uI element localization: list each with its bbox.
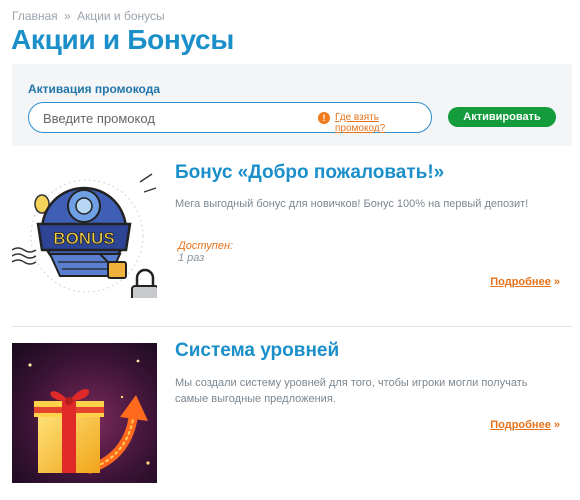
page-title: Акции и Бонусы	[11, 24, 234, 55]
info-icon: !	[318, 112, 330, 124]
levels-card-image	[12, 343, 157, 483]
more-link-label: Подробнее	[490, 419, 551, 431]
card-divider	[12, 326, 572, 327]
levels-card: Система уровней Мы создали систему уровн…	[12, 340, 572, 493]
bonus-card-welcome: BONUS Бонус «Добро пожаловать!» Мега выг…	[12, 158, 572, 318]
bonus-card-title: Бонус «Добро пожаловать!»	[175, 162, 445, 183]
promo-panel: Активация промокода ! Где взять промокод…	[12, 64, 572, 146]
levels-card-description: Мы создали систему уровней для того, что…	[175, 377, 528, 405]
more-arrow-icon: »	[553, 419, 560, 431]
more-link[interactable]: Подробнее »	[490, 419, 560, 431]
bonus-image-text: BONUS	[53, 229, 114, 248]
promo-code-input[interactable]	[43, 109, 303, 127]
breadcrumb-separator: »	[64, 9, 71, 23]
bonus-card-image: BONUS	[12, 158, 157, 298]
promo-input-wrapper[interactable]: ! Где взять промокод?	[28, 102, 432, 134]
promo-label: Активация промокода	[28, 82, 161, 96]
activate-button[interactable]: Активировать	[448, 107, 556, 127]
breadcrumb: Главная » Акции и бонусы	[12, 9, 165, 23]
breadcrumb-home-link[interactable]: Главная	[12, 9, 58, 23]
more-link[interactable]: Подробнее »	[490, 276, 560, 288]
bonus-card-description: Мега выгодный бонус для новичков! Бонус …	[175, 198, 529, 210]
levels-card-title: Система уровней	[175, 340, 340, 361]
promo-help-link[interactable]: Где взять промокод?	[335, 112, 431, 134]
more-link-label: Подробнее	[490, 276, 551, 288]
availability-label: Доступен:	[178, 240, 234, 252]
more-arrow-icon: »	[553, 276, 560, 288]
availability-value: 1 раз	[178, 252, 205, 264]
breadcrumb-current: Акции и бонусы	[77, 9, 165, 23]
